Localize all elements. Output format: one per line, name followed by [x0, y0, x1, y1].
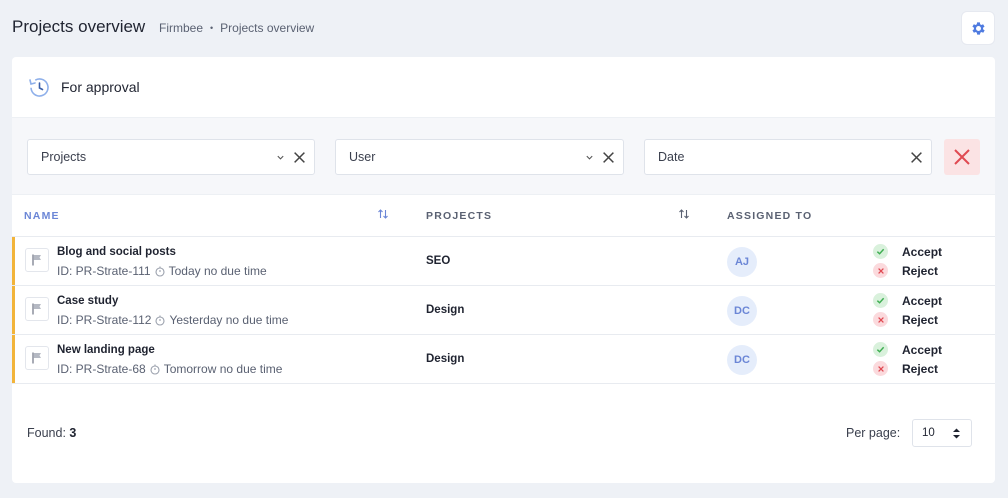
- sort-icon[interactable]: [377, 208, 389, 220]
- breadcrumb-item-current: Projects overview: [220, 21, 315, 35]
- flag-icon: [25, 248, 49, 272]
- projects-filter-label: Projects: [41, 150, 87, 164]
- found-value: 3: [69, 426, 77, 440]
- gear-icon: [971, 21, 985, 35]
- task-project: Design: [426, 353, 465, 365]
- user-filter-label: User: [349, 150, 376, 164]
- check-icon: [873, 342, 888, 357]
- per-page-label: Per page:: [846, 426, 901, 440]
- flag-icon: [25, 297, 49, 321]
- table-row[interactable]: Blog and social posts ID: PR-Strate-111 …: [12, 237, 995, 286]
- stopwatch-icon: [155, 266, 165, 277]
- accept-label: Accept: [902, 293, 943, 308]
- check-icon: [873, 293, 888, 308]
- date-filter[interactable]: Date: [644, 139, 932, 175]
- close-icon: [954, 149, 970, 165]
- task-name[interactable]: Case study: [57, 295, 118, 307]
- column-header-name[interactable]: NAME: [24, 210, 60, 222]
- date-filter-label: Date: [658, 150, 685, 164]
- found-label: Found:: [27, 426, 66, 440]
- top-bar: Projects overview Firmbee • Projects ove…: [0, 0, 1008, 56]
- task-due: Yesterday no due time: [169, 313, 289, 327]
- stopwatch-icon: [150, 364, 160, 375]
- column-header-projects[interactable]: PROJECTS: [426, 210, 492, 222]
- accept-button[interactable]: Accept: [873, 244, 942, 259]
- flag-icon: [25, 346, 49, 370]
- avatar[interactable]: AJ: [727, 247, 757, 277]
- page-title: Projects overview: [12, 17, 146, 36]
- close-icon: [873, 263, 888, 278]
- clear-projects-icon[interactable]: [293, 151, 306, 164]
- select-arrows-icon: [953, 428, 960, 439]
- clear-all-filters-button[interactable]: [944, 139, 980, 175]
- breadcrumb-item-firmbee[interactable]: Firmbee: [159, 21, 203, 35]
- reject-button[interactable]: Reject: [873, 361, 938, 376]
- per-page-select[interactable]: 10: [912, 419, 972, 447]
- row-accent-bar: [12, 286, 15, 334]
- task-id: ID: PR-Strate-112: [57, 313, 152, 327]
- accept-label: Accept: [902, 342, 943, 357]
- breadcrumb-separator: •: [210, 23, 214, 33]
- task-id: ID: PR-Strate-111: [57, 264, 151, 278]
- card-header: For approval: [12, 57, 995, 117]
- avatar[interactable]: DC: [727, 296, 757, 326]
- task-name[interactable]: New landing page: [57, 344, 155, 356]
- sort-icon[interactable]: [678, 208, 690, 220]
- task-name[interactable]: Blog and social posts: [57, 246, 176, 258]
- avatar[interactable]: DC: [727, 345, 757, 375]
- clear-date-icon[interactable]: [910, 151, 923, 164]
- found-count: Found: 3: [27, 426, 76, 440]
- projects-filter[interactable]: Projects: [27, 139, 315, 175]
- stopwatch-icon: [155, 315, 166, 326]
- accept-button[interactable]: Accept: [873, 342, 942, 357]
- task-id: ID: PR-Strate-68: [57, 362, 146, 376]
- task-meta: ID: PR-Strate-111 Today no due time: [57, 264, 267, 278]
- column-header-assigned-to: ASSIGNED TO: [727, 210, 813, 222]
- breadcrumb: Firmbee • Projects overview: [159, 21, 314, 35]
- settings-button[interactable]: [961, 11, 995, 45]
- task-meta: ID: PR-Strate-112 Yesterday no due time: [57, 313, 288, 327]
- filters-bar: Projects User Date: [12, 117, 995, 195]
- check-icon: [873, 244, 888, 259]
- reject-label: Reject: [902, 361, 939, 376]
- row-accent-bar: [12, 335, 15, 383]
- reject-button[interactable]: Reject: [873, 263, 938, 278]
- approval-card: For approval Projects User Date NAME PRO…: [12, 57, 995, 483]
- task-meta: ID: PR-Strate-68 Tomorrow no due time: [57, 362, 282, 376]
- history-clock-icon: [29, 78, 49, 97]
- table-header: NAME PROJECTS ASSIGNED TO: [12, 196, 995, 237]
- per-page-value: 10: [922, 427, 935, 439]
- task-due: Today no due time: [168, 264, 267, 278]
- user-filter[interactable]: User: [335, 139, 624, 175]
- task-due: Tomorrow no due time: [163, 362, 283, 376]
- card-title: For approval: [61, 79, 140, 95]
- table-row[interactable]: New landing page ID: PR-Strate-68 Tomorr…: [12, 335, 995, 384]
- clear-user-icon[interactable]: [602, 151, 615, 164]
- table-row[interactable]: Case study ID: PR-Strate-112 Yesterday n…: [12, 286, 995, 335]
- reject-label: Reject: [902, 263, 939, 278]
- accept-button[interactable]: Accept: [873, 293, 942, 308]
- reject-button[interactable]: Reject: [873, 312, 938, 327]
- chevron-down-icon[interactable]: [585, 153, 594, 162]
- close-icon: [873, 361, 888, 376]
- reject-label: Reject: [902, 312, 939, 327]
- task-project: SEO: [426, 255, 451, 267]
- close-icon: [873, 312, 888, 327]
- task-project: Design: [426, 304, 465, 316]
- accept-label: Accept: [902, 244, 943, 259]
- chevron-down-icon[interactable]: [276, 153, 285, 162]
- row-accent-bar: [12, 237, 15, 285]
